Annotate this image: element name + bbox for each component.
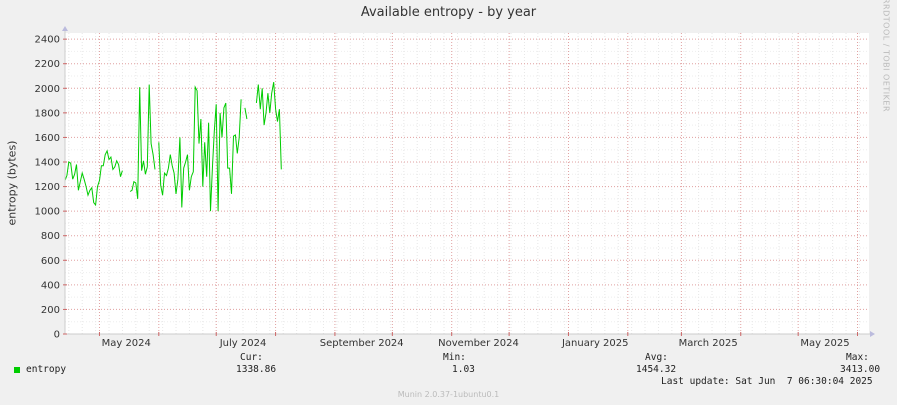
x-tick-label: May 2025 — [800, 338, 849, 349]
y-axis-arrow — [62, 26, 68, 31]
y-tick-label: 0 — [54, 330, 60, 341]
y-tick-label: 800 — [41, 231, 60, 242]
y-tick-label: 600 — [41, 256, 60, 267]
y-tick-label: 1600 — [35, 133, 60, 144]
legend-min-value: 1.03 — [452, 364, 475, 375]
last-update: Last update: Sat Jun 7 06:30:04 2025 — [661, 376, 873, 387]
y-tick-label: 1000 — [35, 207, 60, 218]
legend-max-value: 3413.00 — [840, 364, 881, 375]
plot-area — [65, 33, 869, 334]
x-tick-label: July 2024 — [219, 338, 267, 349]
x-tick-labels: May 2024 July 2024 September 2024 November … — [102, 338, 850, 349]
x-tick-label: May 2024 — [102, 338, 151, 349]
x-tick-label: March 2025 — [679, 338, 738, 349]
y-tick-label: 200 — [41, 305, 60, 316]
y-tick-label: 2400 — [35, 35, 60, 46]
legend-cur-label: Cur: — [240, 352, 263, 363]
munin-version: Munin 2.0.37-1ubuntu0.1 — [397, 390, 500, 399]
chart-canvas: 0 200 400 600 800 1000 1200 1400 1600 1800 2000 220… — [35, 26, 875, 349]
y-tick-label: 2200 — [35, 59, 60, 70]
legend-min-label: Min: — [443, 352, 466, 363]
y-tick-label: 1400 — [35, 158, 60, 169]
x-tick-label: September 2024 — [320, 338, 404, 349]
y-tick-label: 2000 — [35, 84, 60, 95]
x-tick-label: January 2025 — [561, 338, 629, 349]
y-tick-label: 1800 — [35, 108, 60, 119]
x-axis-arrow — [870, 331, 875, 337]
y-tick-label: 1200 — [35, 182, 60, 193]
legend-series-name: entropy — [26, 364, 67, 375]
legend-cur-value: 1338.86 — [236, 364, 277, 375]
y-tick-label: 400 — [41, 280, 60, 291]
x-tick-label: November 2024 — [438, 338, 519, 349]
y-tick-labels: 0 200 400 600 800 1000 1200 1400 1600 1800 2000 220… — [35, 35, 60, 341]
legend-avg-value: 1454.32 — [636, 364, 677, 375]
legend-swatch-entropy — [14, 367, 20, 373]
legend-max-label: Max: — [846, 352, 869, 363]
legend-avg-label: Avg: — [645, 352, 668, 363]
